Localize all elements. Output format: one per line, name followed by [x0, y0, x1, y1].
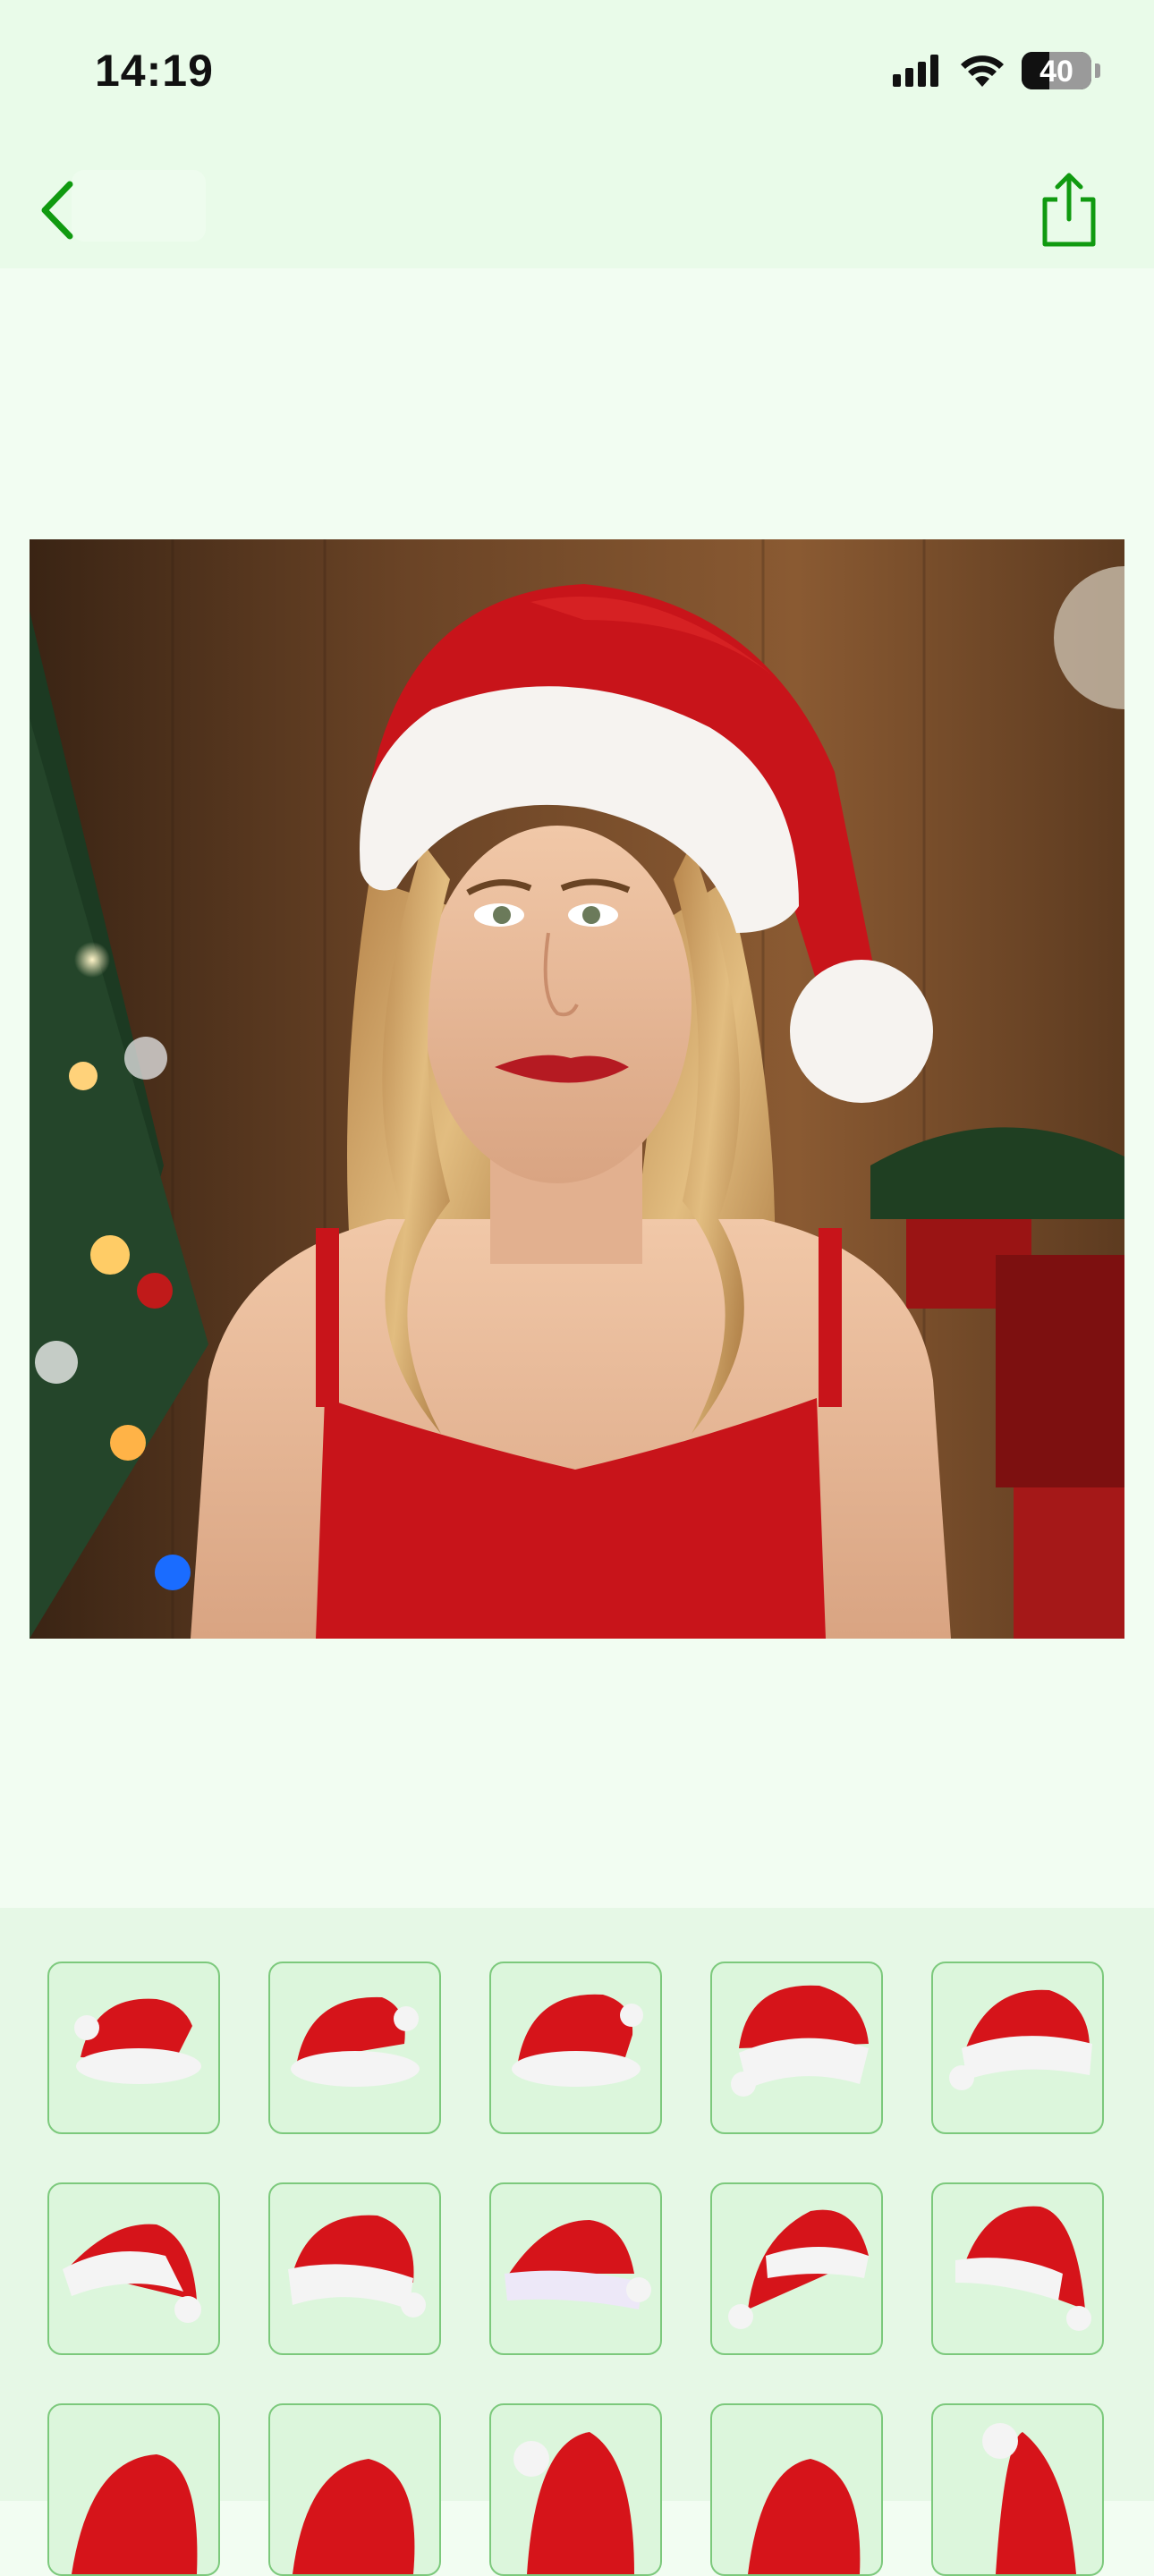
signal-icon — [893, 55, 938, 87]
santa-hat-11-icon — [72, 2454, 198, 2574]
santa-hat-6-icon — [63, 2224, 201, 2323]
nav-bar — [0, 143, 1154, 268]
santa-hat-5-icon — [949, 1989, 1092, 2090]
hat-option-1[interactable] — [47, 1962, 220, 2134]
woman-in-santa-hat-photo — [30, 539, 1124, 1639]
santa-hat-9-icon — [728, 2209, 869, 2329]
hat-option-7[interactable] — [268, 2182, 441, 2355]
share-button[interactable] — [1020, 161, 1118, 259]
battery-icon: 40 — [1022, 52, 1091, 89]
battery-level: 40 — [1039, 55, 1073, 89]
hat-option-11[interactable] — [47, 2403, 220, 2576]
santa-hat-14-icon — [748, 2459, 861, 2574]
share-icon — [1042, 173, 1096, 247]
santa-hat-15-icon — [982, 2423, 1076, 2574]
status-bar: 14:19 40 — [0, 0, 1154, 143]
santa-hat-7-icon — [288, 2215, 426, 2318]
status-icons: 40 — [891, 52, 1100, 89]
hat-option-6[interactable] — [47, 2182, 220, 2355]
hat-option-12[interactable] — [268, 2403, 441, 2576]
hat-grid — [47, 1962, 1104, 2576]
santa-hat-3-icon — [512, 1994, 643, 2087]
hat-option-4[interactable] — [710, 1962, 883, 2134]
hat-option-15[interactable] — [931, 2403, 1104, 2576]
chevron-left-icon — [41, 181, 73, 240]
santa-hat-12-icon — [293, 2459, 415, 2574]
hat-option-3[interactable] — [489, 1962, 662, 2134]
status-time: 14:19 — [95, 46, 214, 96]
hat-option-13[interactable] — [489, 2403, 662, 2576]
wifi-icon — [961, 55, 1004, 87]
santa-hat-1-icon — [74, 1998, 201, 2084]
hat-option-8[interactable] — [489, 2182, 662, 2355]
hat-option-5[interactable] — [931, 1962, 1104, 2134]
hat-picker-panel — [0, 1908, 1154, 2576]
back-button[interactable] — [18, 170, 98, 250]
santa-hat-2-icon — [291, 1996, 420, 2087]
hat-option-10[interactable] — [931, 2182, 1104, 2355]
santa-hat-10-icon — [955, 2206, 1091, 2331]
hat-option-9[interactable] — [710, 2182, 883, 2355]
santa-hat-4-icon — [731, 1985, 869, 2097]
photo-canvas[interactable] — [30, 539, 1124, 1639]
hat-option-2[interactable] — [268, 1962, 441, 2134]
hat-option-14[interactable] — [710, 2403, 883, 2576]
santa-hat-8-icon — [505, 2220, 651, 2309]
santa-hat-13-icon — [513, 2432, 634, 2574]
